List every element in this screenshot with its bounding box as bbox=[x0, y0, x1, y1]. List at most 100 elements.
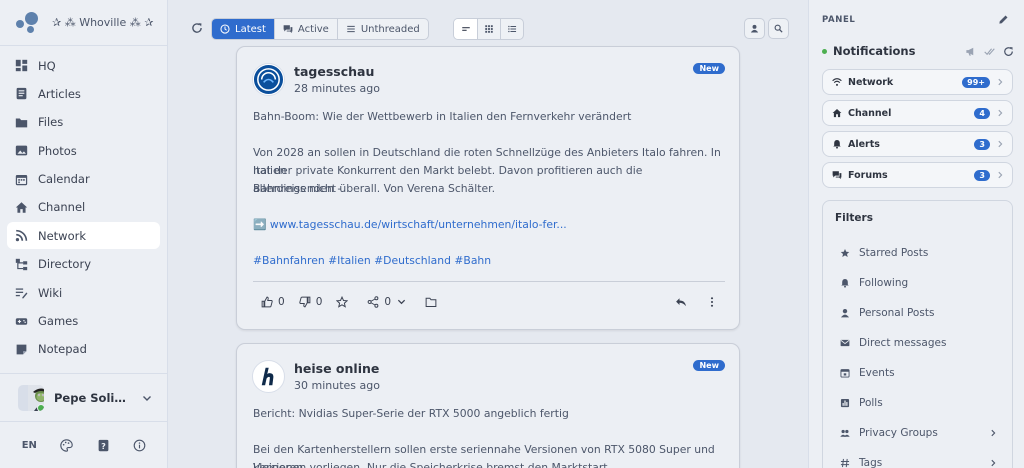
view-list-button[interactable] bbox=[500, 19, 523, 39]
left-sidebar: ✰ ⁂ Whoville ⁂ ✰ HQ Articles Files Photo… bbox=[0, 0, 168, 468]
notification-network[interactable]: Network 99+ bbox=[822, 69, 1013, 95]
filter-tags[interactable]: Tags bbox=[840, 457, 1006, 468]
tagesschau-logo-icon bbox=[253, 64, 284, 95]
tab-unthreaded[interactable]: Unthreaded bbox=[336, 19, 428, 39]
filter-events[interactable]: Events bbox=[840, 367, 1006, 379]
nav-item-games[interactable]: Games bbox=[7, 308, 160, 335]
post-tags[interactable]: #Bahnfahren #Italien #Deutschland #Bahn bbox=[253, 252, 723, 270]
view-grid-button[interactable] bbox=[477, 19, 500, 39]
bell-icon bbox=[833, 139, 841, 149]
nav-item-articles[interactable]: Articles bbox=[7, 80, 160, 107]
heise-logo-icon bbox=[253, 361, 284, 392]
star-icon bbox=[336, 295, 349, 308]
filter-label: Privacy Groups bbox=[859, 427, 938, 439]
filter-privacy-groups[interactable]: Privacy Groups bbox=[840, 427, 1006, 439]
notifications-title: Notifications bbox=[833, 44, 916, 58]
view-mode-toggle bbox=[453, 18, 524, 40]
help-icon[interactable]: ? bbox=[97, 439, 110, 452]
nav-item-files[interactable]: Files bbox=[7, 109, 160, 136]
nav-item-wiki[interactable]: Wiki bbox=[7, 279, 160, 306]
like-button[interactable]: 0 bbox=[261, 296, 285, 308]
nav-label: Articles bbox=[38, 86, 81, 101]
check-all-icon[interactable] bbox=[984, 46, 995, 57]
filter-label: Following bbox=[859, 277, 909, 289]
thumbs-down-icon bbox=[299, 296, 311, 307]
comments-icon bbox=[832, 171, 842, 180]
hash-icon bbox=[840, 458, 850, 468]
nav-item-network[interactable]: Network bbox=[7, 222, 160, 250]
author-avatar[interactable] bbox=[252, 63, 285, 96]
info-icon[interactable] bbox=[133, 439, 146, 452]
home-icon bbox=[15, 202, 28, 213]
filter-starred-posts[interactable]: Starred Posts bbox=[840, 247, 1006, 259]
calendar-icon bbox=[15, 174, 28, 185]
notification-label: Channel bbox=[848, 107, 892, 119]
nav-item-photos[interactable]: Photos bbox=[7, 137, 160, 164]
directory-icon bbox=[15, 258, 28, 270]
refresh-icon[interactable] bbox=[191, 22, 203, 34]
notification-alerts[interactable]: Alerts 3 bbox=[822, 131, 1013, 157]
author-avatar[interactable] bbox=[252, 360, 285, 393]
search-button[interactable] bbox=[768, 18, 789, 39]
palette-icon[interactable] bbox=[60, 438, 74, 452]
notification-count: 4 bbox=[974, 107, 990, 119]
filter-following[interactable]: Following bbox=[840, 277, 1006, 289]
hubzilla-logo-icon[interactable] bbox=[16, 11, 38, 34]
stream-order-tabs: Latest Active Unthreaded bbox=[211, 18, 429, 40]
new-badge: New bbox=[693, 360, 725, 371]
notification-count: 3 bbox=[974, 138, 990, 150]
filter-label: Events bbox=[859, 367, 895, 379]
notification-count: 3 bbox=[974, 169, 990, 181]
refresh-icon[interactable] bbox=[1003, 46, 1014, 57]
notification-forums[interactable]: Forums 3 bbox=[822, 162, 1013, 188]
site-name[interactable]: ✰ ⁂ Whoville ⁂ ✰ bbox=[52, 16, 153, 29]
nav-item-channel[interactable]: Channel bbox=[7, 194, 160, 221]
person-icon bbox=[750, 24, 759, 33]
filter-polls[interactable]: Polls bbox=[840, 397, 1006, 409]
post-author[interactable]: heise online bbox=[294, 361, 379, 376]
filter-direct-messages[interactable]: Direct messages bbox=[840, 337, 1006, 349]
reply-button[interactable] bbox=[675, 296, 692, 308]
notepad-icon bbox=[16, 344, 27, 355]
post-link[interactable]: ➡️ www.tagesschau.de/wirtschaft/unterneh… bbox=[253, 216, 723, 234]
filter-personal-posts[interactable]: Personal Posts bbox=[840, 307, 1006, 319]
tab-active[interactable]: Active bbox=[273, 19, 337, 39]
filter-label: Personal Posts bbox=[859, 307, 935, 319]
folder-icon bbox=[15, 118, 28, 128]
star-button[interactable] bbox=[336, 295, 353, 308]
view-compact-button[interactable] bbox=[454, 19, 477, 39]
clock-icon bbox=[220, 24, 230, 34]
post-text-line: allerdings nicht überall. Von Verena Sch… bbox=[253, 182, 496, 195]
nav-item-directory[interactable]: Directory bbox=[7, 251, 160, 278]
user-menu[interactable]: Pepe Solidifier bbox=[0, 373, 168, 421]
chevron-down-icon[interactable] bbox=[142, 393, 152, 403]
dislike-button[interactable]: 0 bbox=[299, 296, 322, 308]
reply-icon bbox=[676, 297, 686, 306]
nav-item-notepad[interactable]: Notepad bbox=[7, 336, 160, 363]
share-button[interactable]: 0 bbox=[367, 296, 391, 308]
nav-item-hq[interactable]: HQ bbox=[7, 52, 160, 79]
notification-label: Forums bbox=[848, 169, 888, 181]
new-badge: New bbox=[693, 63, 725, 74]
notification-channel[interactable]: Channel 4 bbox=[822, 100, 1013, 126]
contacts-button[interactable] bbox=[744, 18, 765, 39]
megaphone-icon[interactable] bbox=[965, 46, 976, 57]
chevron-right-icon bbox=[998, 78, 1003, 86]
post-time: 30 minutes ago bbox=[294, 379, 380, 392]
gamepad-icon bbox=[15, 317, 28, 325]
tab-latest[interactable]: Latest bbox=[212, 19, 274, 39]
share-dropdown-button[interactable] bbox=[397, 297, 411, 306]
share-count: 0 bbox=[384, 295, 392, 308]
language-selector[interactable]: EN bbox=[22, 440, 37, 451]
articles-icon bbox=[16, 88, 27, 100]
tab-label: Active bbox=[297, 23, 329, 35]
post-author[interactable]: tagesschau bbox=[294, 64, 374, 79]
pencil-icon[interactable] bbox=[998, 14, 1009, 25]
more-options-button[interactable] bbox=[706, 296, 723, 308]
post-actions: 0 0 0 bbox=[253, 281, 725, 321]
tab-label: Unthreaded bbox=[360, 23, 420, 35]
file-to-folder-button[interactable] bbox=[425, 296, 442, 308]
nav-item-calendar[interactable]: Calendar bbox=[7, 166, 160, 193]
list-icon bbox=[347, 25, 355, 33]
like-count: 0 bbox=[278, 295, 285, 308]
